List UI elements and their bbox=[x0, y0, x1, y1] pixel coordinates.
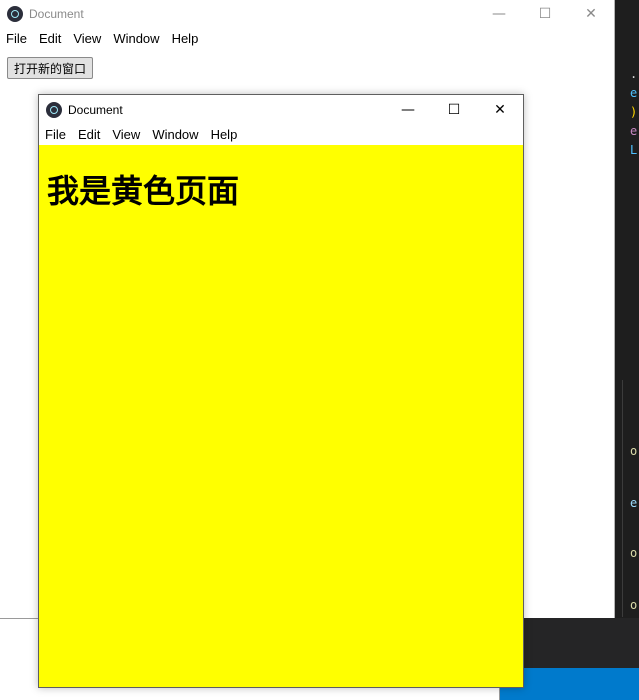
editor-code-fragment: e bbox=[630, 86, 638, 100]
electron-app-icon bbox=[46, 101, 62, 118]
minimize-button[interactable]: — bbox=[476, 0, 522, 28]
page-heading: 我是黄色页面 bbox=[47, 172, 240, 210]
menu-window[interactable]: Window bbox=[107, 28, 165, 50]
editor-code-fragment: . bbox=[630, 67, 638, 81]
editor-code-fragment: o bbox=[630, 444, 638, 458]
close-button[interactable]: ✕ bbox=[477, 95, 523, 124]
menu-help[interactable]: Help bbox=[205, 124, 244, 145]
page-content: 我是黄色页面 bbox=[39, 145, 523, 687]
window-controls: — ☐ ✕ bbox=[385, 95, 523, 123]
editor-code-fragment: e bbox=[630, 124, 638, 138]
menu-edit[interactable]: Edit bbox=[33, 28, 67, 50]
menu-view[interactable]: View bbox=[106, 124, 146, 145]
open-new-window-button[interactable]: 打开新的窗口 bbox=[7, 57, 94, 79]
editor-code-fragment: o bbox=[630, 598, 638, 612]
menu-view[interactable]: View bbox=[67, 28, 107, 50]
maximize-button[interactable]: ☐ bbox=[522, 0, 568, 28]
window-title: Document bbox=[29, 7, 84, 21]
minimize-button[interactable]: — bbox=[385, 95, 431, 124]
editor-code-fragment: ) bbox=[630, 105, 638, 119]
menu-bar: File Edit View Window Help bbox=[0, 28, 614, 50]
menu-edit[interactable]: Edit bbox=[72, 124, 106, 145]
menu-file[interactable]: File bbox=[0, 28, 33, 50]
editor-code-fragment: o bbox=[630, 546, 638, 560]
editor-code-fragment: L bbox=[630, 143, 638, 157]
title-bar[interactable]: Document — ☐ ✕ bbox=[0, 0, 614, 28]
menu-window[interactable]: Window bbox=[146, 124, 204, 145]
close-button[interactable]: ✕ bbox=[568, 0, 614, 28]
background-editor-strip: . e ) e L o e o o bbox=[615, 0, 639, 700]
window-controls: — ☐ ✕ bbox=[476, 0, 614, 28]
menu-bar: File Edit View Window Help bbox=[39, 124, 523, 145]
menu-help[interactable]: Help bbox=[166, 28, 205, 50]
maximize-button[interactable]: ☐ bbox=[431, 95, 477, 124]
title-bar[interactable]: Document — ☐ ✕ bbox=[39, 95, 523, 124]
menu-file[interactable]: File bbox=[39, 124, 72, 145]
child-window: Document — ☐ ✕ File Edit View Window Hel… bbox=[38, 94, 524, 688]
window-title: Document bbox=[68, 102, 123, 117]
editor-code-fragment: e bbox=[630, 496, 638, 510]
electron-app-icon bbox=[7, 6, 23, 22]
